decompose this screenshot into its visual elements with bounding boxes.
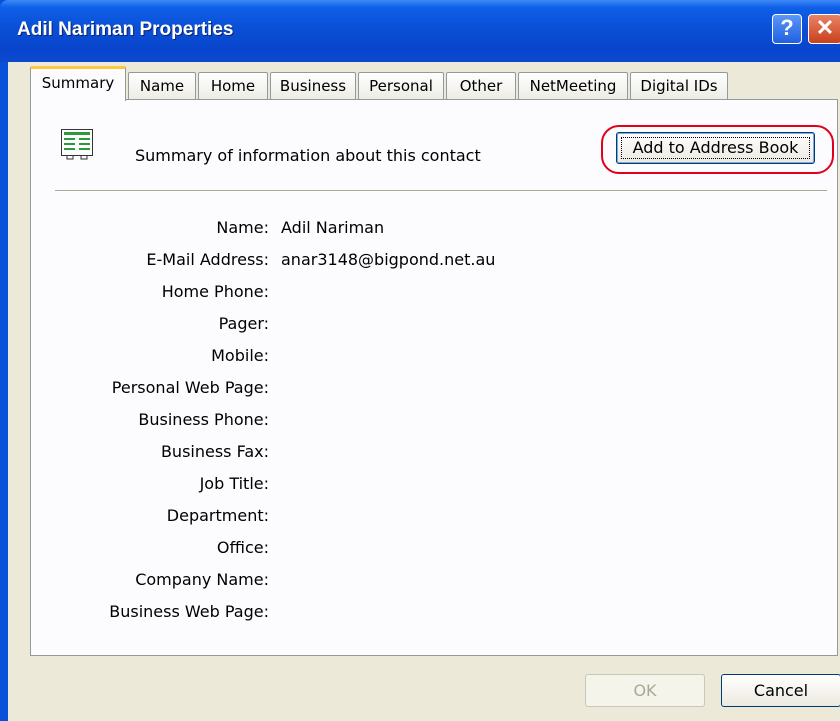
tab-personal[interactable]: Personal — [358, 72, 444, 100]
field-row-home-phone: Home Phone: — [31, 282, 831, 314]
tab-digital-ids[interactable]: Digital IDs — [630, 72, 728, 100]
field-label: Department: — [166, 506, 269, 525]
add-to-address-book-button[interactable]: Add to Address Book — [616, 132, 815, 164]
field-label: Business Web Page: — [109, 602, 269, 621]
close-button[interactable]: ✕ — [808, 14, 840, 44]
tab-name[interactable]: Name — [128, 72, 196, 100]
help-icon: ? — [780, 15, 794, 40]
field-label: Home Phone: — [161, 282, 269, 301]
tab-summary[interactable]: Summary — [30, 66, 126, 101]
window-title: Adil Nariman Properties — [17, 19, 234, 40]
field-label: Name: — [216, 218, 269, 237]
properties-dialog: Adil Nariman Properties ? ✕ Summary Name… — [0, 0, 840, 721]
field-row-company-name: Company Name: — [31, 570, 831, 602]
ok-button[interactable]: OK — [585, 674, 705, 707]
summary-intro-text: Summary of information about this contac… — [135, 146, 481, 165]
field-value: anar3148@bigpond.net.au — [281, 250, 496, 269]
help-button[interactable]: ? — [772, 14, 802, 44]
field-row-personal-web-page: Personal Web Page: — [31, 378, 831, 410]
tab-other[interactable]: Other — [446, 72, 516, 100]
tab-netmeeting[interactable]: NetMeeting — [518, 72, 628, 100]
field-row-name: Name: Adil Nariman — [31, 218, 831, 250]
field-row-business-phone: Business Phone: — [31, 410, 831, 442]
field-row-email: E-Mail Address: anar3148@bigpond.net.au — [31, 250, 831, 282]
field-label: Business Fax: — [160, 442, 269, 461]
field-row-department: Department: — [31, 506, 831, 538]
title-bar[interactable]: Adil Nariman Properties ? ✕ — [0, 0, 840, 62]
field-row-pager: Pager: — [31, 314, 831, 346]
field-row-mobile: Mobile: — [31, 346, 831, 378]
field-value: Adil Nariman — [281, 218, 385, 237]
cancel-button[interactable]: Cancel — [721, 674, 840, 707]
contact-card-icon — [61, 129, 93, 160]
field-label: Office: — [216, 538, 269, 557]
separator — [55, 190, 827, 192]
close-icon: ✕ — [815, 15, 835, 40]
tab-business[interactable]: Business — [270, 72, 356, 100]
field-row-business-fax: Business Fax: — [31, 442, 831, 474]
field-row-business-web-page: Business Web Page: — [31, 602, 831, 634]
field-label: Job Title: — [199, 474, 269, 493]
field-label: Pager: — [218, 314, 269, 333]
tab-home[interactable]: Home — [198, 72, 268, 100]
field-label: E-Mail Address: — [146, 250, 269, 269]
field-row-job-title: Job Title: — [31, 474, 831, 506]
summary-panel: Summary of information about this contac… — [30, 99, 838, 656]
field-row-office: Office: — [31, 538, 831, 570]
field-label: Company Name: — [135, 570, 269, 589]
field-label: Business Phone: — [138, 410, 269, 429]
field-label: Personal Web Page: — [111, 378, 269, 397]
contact-fields: Name: Adil Nariman E-Mail Address: anar3… — [31, 218, 831, 634]
field-label: Mobile: — [211, 346, 269, 365]
